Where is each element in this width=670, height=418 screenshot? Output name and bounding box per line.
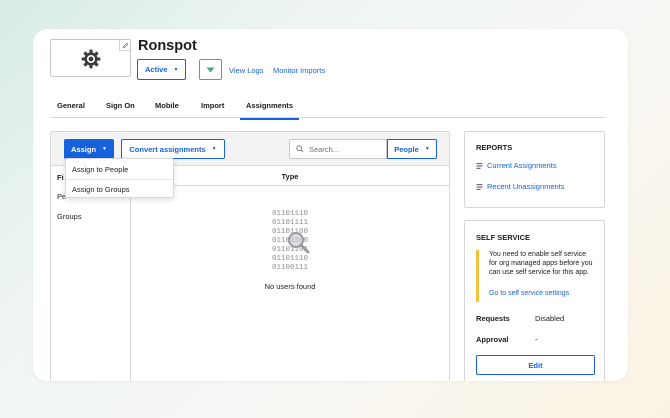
report-icon bbox=[476, 183, 483, 190]
pencil-icon bbox=[122, 42, 128, 48]
app-card: Ronspot Active ▼ View Logs Monitor Impor… bbox=[33, 29, 628, 381]
people-filter-label: People bbox=[394, 144, 419, 154]
monitor-imports-link[interactable]: Monitor Imports bbox=[273, 66, 325, 75]
tab-general[interactable]: General bbox=[57, 101, 85, 110]
approval-value: - bbox=[535, 335, 538, 344]
tab-sign-on[interactable]: Sign On bbox=[106, 101, 135, 110]
self-service-title: SELF SERVICE bbox=[476, 233, 531, 242]
recent-unassignments-link[interactable]: Recent Unassignments bbox=[476, 182, 565, 191]
assign-menu: Assign to People Assign to Groups bbox=[65, 158, 174, 198]
app-logo-box bbox=[50, 39, 131, 77]
app-title: Ronspot bbox=[138, 38, 197, 54]
convert-assignments-button[interactable]: Convert assignments ▼ bbox=[121, 139, 225, 159]
gear-icon bbox=[81, 49, 101, 69]
reports-panel: REPORTS Current Assignments Recent Unass… bbox=[464, 131, 605, 208]
filter-item-groups[interactable]: Groups bbox=[57, 212, 82, 221]
view-logs-link[interactable]: View Logs bbox=[229, 66, 263, 75]
type-column-header: Type bbox=[281, 172, 299, 181]
tab-import[interactable]: Import bbox=[201, 101, 224, 110]
convert-button-label: Convert assignments bbox=[129, 144, 206, 154]
filter-header: Fi bbox=[57, 173, 64, 182]
status-label: Active bbox=[145, 65, 168, 74]
assign-button[interactable]: Assign ▼ bbox=[64, 139, 114, 159]
search-placeholder: Search... bbox=[309, 144, 340, 154]
reports-title: REPORTS bbox=[476, 143, 513, 152]
chevron-down-icon bbox=[206, 67, 215, 72]
current-assignments-link[interactable]: Current Assignments bbox=[476, 161, 557, 170]
chevron-down-icon: ▼ bbox=[173, 66, 179, 73]
menu-divider bbox=[66, 179, 173, 180]
assign-button-label: Assign bbox=[71, 144, 97, 154]
search-icon bbox=[296, 145, 304, 153]
current-assignments-label: Current Assignments bbox=[487, 161, 557, 170]
tab-assignments[interactable]: Assignments bbox=[240, 101, 300, 120]
self-service-settings-link[interactable]: Go to self service settings bbox=[489, 290, 569, 297]
filter-column: Fi Pe Groups bbox=[51, 166, 131, 381]
approval-label: Approval bbox=[476, 335, 509, 344]
status-dropdown[interactable]: Active ▼ bbox=[137, 59, 186, 80]
people-filter-dropdown[interactable]: People ▼ bbox=[387, 139, 437, 159]
tab-bar: General Sign On Mobile Import Assignment… bbox=[50, 98, 606, 120]
chevron-down-icon: ▼ bbox=[424, 146, 430, 152]
requests-label: Requests bbox=[476, 314, 510, 323]
table-header: Type bbox=[131, 166, 449, 186]
binary-line: 01101110 bbox=[271, 255, 308, 263]
chevron-down-icon: ▼ bbox=[211, 146, 217, 152]
requests-value: Disabled bbox=[535, 314, 565, 323]
empty-state-message: No users found bbox=[264, 282, 316, 291]
tab-mobile[interactable]: Mobile bbox=[155, 101, 179, 110]
menu-item-assign-to-groups[interactable]: Assign to Groups bbox=[72, 185, 130, 194]
magnifier-icon bbox=[288, 232, 310, 254]
edit-button[interactable]: Edit bbox=[476, 355, 595, 375]
binary-line: 01100111 bbox=[271, 264, 308, 272]
self-service-panel: SELF SERVICE You need to enable self ser… bbox=[464, 220, 605, 381]
report-icon bbox=[476, 162, 483, 169]
binary-line: 01101110 bbox=[271, 210, 308, 218]
recent-unassignments-label: Recent Unassignments bbox=[487, 182, 565, 191]
edit-logo-button[interactable] bbox=[119, 40, 130, 51]
chevron-down-icon: ▼ bbox=[102, 146, 107, 152]
binary-line: 01101111 bbox=[271, 219, 308, 227]
menu-item-assign-to-people[interactable]: Assign to People bbox=[72, 165, 128, 174]
search-input[interactable]: Search... bbox=[289, 139, 387, 159]
push-groups-button[interactable] bbox=[199, 59, 222, 80]
